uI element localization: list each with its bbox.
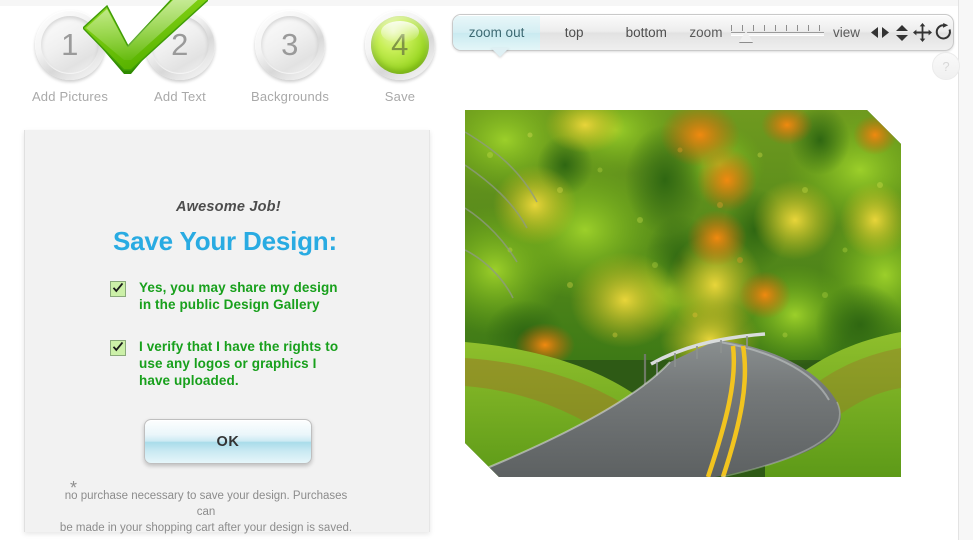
step-gloss — [381, 21, 419, 43]
bottom-view-button[interactable]: bottom — [608, 15, 684, 50]
rights-line1: I verify that I have the rights to — [139, 339, 339, 354]
view-controls-label: view — [833, 25, 861, 40]
footnote-line1: no purchase necessary to save your desig… — [64, 490, 348, 518]
zoom-slider[interactable] — [731, 22, 824, 44]
save-design-dialog — [24, 130, 430, 532]
app-root: 1 Add Pictures 2 Add Text 3 Backgrounds … — [0, 0, 973, 540]
rights-verification-option[interactable]: I verify that I have the rights to use a… — [110, 338, 338, 389]
step-circle: 1 — [35, 10, 105, 80]
zoom-out-button[interactable]: zoom out — [453, 15, 541, 50]
awesome-job-text: Awesome Job! — [176, 199, 281, 215]
wizard-step-save[interactable]: 4 Save — [348, 10, 452, 104]
footnote-text: no purchase necessary to save your desig… — [56, 488, 356, 536]
footnote-line2: be made in your shopping cart after your… — [59, 522, 353, 534]
zoom-slider-label: zoom — [689, 25, 723, 40]
dialog-body — [25, 130, 429, 532]
step-label: Add Text — [154, 89, 206, 104]
step-label: Backgrounds — [250, 89, 330, 104]
help-button[interactable]: ? — [932, 52, 960, 80]
dialog-headline: Save Your Design: — [113, 226, 337, 256]
share-design-line1: Yes, you may share my design — [139, 280, 338, 295]
step-number: 2 — [171, 27, 189, 62]
share-design-option[interactable]: Yes, you may share my design in the publ… — [110, 279, 338, 313]
design-preview-photo[interactable] — [465, 110, 901, 477]
help-icon: ? — [942, 58, 950, 74]
rights-line3: have uploaded. — [139, 373, 239, 388]
step-circle: 2 — [145, 10, 215, 80]
wizard-step-backgrounds[interactable]: 3 Backgrounds — [238, 10, 342, 104]
move-icon[interactable] — [913, 23, 933, 42]
check-icon — [112, 341, 124, 352]
check-icon — [112, 282, 124, 293]
step-circle-active: 4 — [365, 10, 435, 80]
step-number: 1 — [61, 27, 79, 62]
step-label: Save — [384, 89, 416, 104]
rotate-icon[interactable] — [935, 23, 953, 42]
share-design-checkbox[interactable] — [110, 281, 126, 297]
step-label: Add Pictures — [31, 89, 109, 104]
share-design-label: Yes, you may share my design in the publ… — [139, 279, 338, 313]
pan-horizontal-icon[interactable] — [869, 25, 891, 40]
rights-verification-label: I verify that I have the rights to use a… — [139, 338, 338, 389]
page-right-edge — [958, 0, 973, 540]
photo-artwork — [465, 110, 901, 477]
step-circle: 3 — [255, 10, 325, 80]
step-number: 3 — [281, 27, 299, 62]
view-icon-group — [869, 23, 953, 42]
rights-line2: use any logos or graphics I — [139, 356, 317, 371]
ok-button[interactable]: OK — [144, 419, 312, 464]
wizard-steps: 1 Add Pictures 2 Add Text 3 Backgrounds … — [18, 10, 438, 110]
toolbar-tab-pointer — [491, 48, 509, 57]
share-design-line2: in the public Design Gallery — [139, 297, 320, 312]
view-toolbar: zoom out top bottom zoom view — [452, 14, 954, 51]
slider-handle[interactable] — [739, 30, 754, 42]
top-view-button[interactable]: top — [540, 15, 608, 50]
pan-vertical-icon[interactable] — [894, 24, 910, 42]
rights-verification-checkbox[interactable] — [110, 340, 126, 356]
